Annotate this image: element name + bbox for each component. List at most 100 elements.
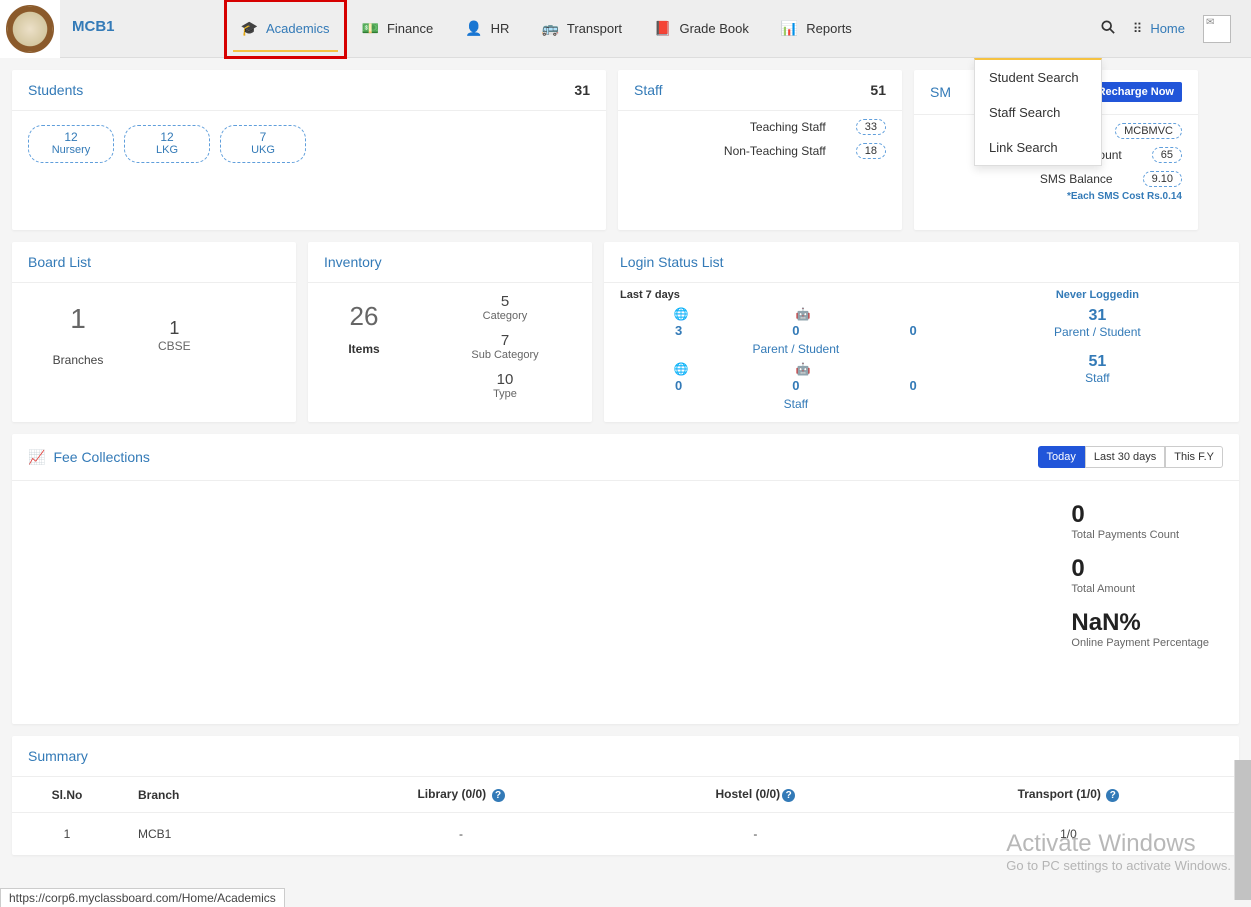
grid-icon: ⠿ [1133,21,1143,37]
sms-cost-note: *Each SMS Cost Rs.0.14 [930,191,1182,202]
chart-icon: 📊 [781,20,798,37]
brand-name[interactable]: MCB1 [60,0,135,57]
col-hostel: Hostel (0/0)? [613,777,898,813]
sms-balance-chip[interactable]: 9.10 [1143,171,1182,187]
tab-reports[interactable]: 📊 Reports [765,0,868,58]
staff-link[interactable]: Staff [620,397,972,411]
col-slno: Sl.No [12,777,122,813]
seg-today[interactable]: Today [1038,446,1085,468]
web-icon: 🌐 [674,362,689,376]
board-title[interactable]: Board List [28,254,91,270]
class-pill-nursery[interactable]: 12 Nursery [28,125,114,163]
payments-count: 0 [1071,501,1209,529]
login-status-card: Login Status List Last 7 days 🌐 🤖 3 0 0 … [604,242,1239,422]
sms-count-chip[interactable]: 65 [1152,147,1182,163]
class-pill-ukg[interactable]: 7 UKG [220,125,306,163]
tab-academics[interactable]: 🎓 Academics [225,0,346,58]
book-icon: 📕 [654,20,671,37]
tab-label: HR [491,21,510,36]
summary-table: Sl.No Branch Library (0/0) ? Hostel (0/0… [12,777,1239,855]
sms-title[interactable]: SM [930,84,951,100]
never-ps-count[interactable]: 31 [972,307,1223,325]
summary-title[interactable]: Summary [12,736,1239,777]
android-icon: 🤖 [796,362,811,376]
broken-image-icon[interactable] [1203,15,1231,43]
teaching-staff-chip[interactable]: 33 [856,119,886,135]
staff-card: Staff 51 Teaching Staff 33 Non-Teaching … [618,70,902,230]
sms-balance-row: SMS Balance 9.10 [930,167,1182,191]
search-staff[interactable]: Staff Search [975,95,1101,130]
ps-android-count[interactable]: 0 [792,323,799,338]
branches-count: 1 [28,303,128,335]
help-icon[interactable]: ? [1106,789,1119,802]
login-status-title[interactable]: Login Status List [620,254,724,270]
browser-statusbar: https://corp6.myclassboard.com/Home/Acad… [0,888,285,907]
school-logo[interactable] [6,5,54,53]
branches-label: Branches [28,353,128,367]
search-dropdown: Student Search Staff Search Link Search [974,58,1102,166]
cell-slno: 1 [12,813,122,856]
cell-library: - [309,813,613,856]
top-navbar: MCB1 🎓 Academics 💵 Finance 👤 HR 🚌 Transp… [0,0,1251,58]
students-title[interactable]: Students [28,82,83,98]
col-library: Library (0/0) ? [309,777,613,813]
never-staff-count[interactable]: 51 [972,353,1223,371]
search-student[interactable]: Student Search [975,60,1101,95]
tab-hr[interactable]: 👤 HR [449,0,525,58]
inventory-items-label: Items [324,342,404,356]
cell-branch: MCB1 [122,813,309,856]
cell-transport: 1/0 [898,813,1239,856]
staff-title[interactable]: Staff [634,82,663,98]
ps-web-count[interactable]: 3 [675,323,682,338]
android-icon: 🤖 [796,307,811,321]
scrollbar-thumb[interactable] [1234,760,1251,900]
graduation-cap-icon: 🎓 [241,20,258,37]
fee-title[interactable]: 📈 Fee Collections [28,449,150,466]
inventory-items-count: 26 [324,301,404,332]
search-link[interactable]: Link Search [975,130,1101,165]
table-header-row: Sl.No Branch Library (0/0) ? Hostel (0/0… [12,777,1239,813]
sms-sender-chip[interactable]: MCBMVC [1115,123,1182,139]
never-ps-label[interactable]: Parent / Student [972,325,1223,339]
nav-right: ⠿ Home [1101,0,1251,57]
students-card: Students 31 12 Nursery 12 LKG 7 UKG [12,70,606,230]
inventory-title[interactable]: Inventory [324,254,382,270]
table-row: 1 MCB1 - - 1/0 [12,813,1239,856]
search-icon[interactable] [1101,20,1115,37]
tab-label: Grade Book [679,21,748,36]
staff-android-count[interactable]: 0 [792,378,799,393]
board-list-label: CBSE [158,339,191,353]
web-icon: 🌐 [674,307,689,321]
ps-link[interactable]: Parent / Student [620,342,972,356]
home-label: Home [1150,21,1185,36]
ps-apple-count[interactable]: 0 [910,323,917,338]
never-label: Never Loggedin [972,289,1223,301]
amount-total: 0 [1071,555,1209,583]
staff-apple-count[interactable]: 0 [910,378,917,393]
tab-transport[interactable]: 🚌 Transport [525,0,638,58]
money-icon: 💵 [362,20,379,37]
summary-card: Summary Sl.No Branch Library (0/0) ? Hos… [12,736,1239,855]
help-icon[interactable]: ? [782,789,795,802]
tab-label: Transport [567,21,622,36]
staff-web-count[interactable]: 0 [675,378,682,393]
seg-fy[interactable]: This F.Y [1165,446,1223,468]
board-list-count: 1 [158,318,191,339]
fee-period-segments: Today Last 30 days This F.Y [1038,446,1223,468]
fee-collections-card: 📈 Fee Collections Today Last 30 days Thi… [12,434,1239,724]
tab-label: Finance [387,21,433,36]
col-branch: Branch [122,777,309,813]
last7-label: Last 7 days [620,289,972,301]
online-pct-label: Online Payment Percentage [1071,637,1209,649]
tab-gradebook[interactable]: 📕 Grade Book [638,0,765,58]
never-staff-label[interactable]: Staff [972,371,1223,385]
tab-label: Academics [266,21,330,36]
home-link[interactable]: ⠿ Home [1133,21,1185,37]
teaching-staff-row: Teaching Staff 33 [634,115,886,139]
tab-finance[interactable]: 💵 Finance [346,0,450,58]
class-pill-lkg[interactable]: 12 LKG [124,125,210,163]
seg-last30[interactable]: Last 30 days [1085,446,1165,468]
help-icon[interactable]: ? [492,789,505,802]
nonteaching-staff-chip[interactable]: 18 [856,143,886,159]
inventory-card: Inventory 26 Items 5 Category 7 Sub Cate… [308,242,592,422]
